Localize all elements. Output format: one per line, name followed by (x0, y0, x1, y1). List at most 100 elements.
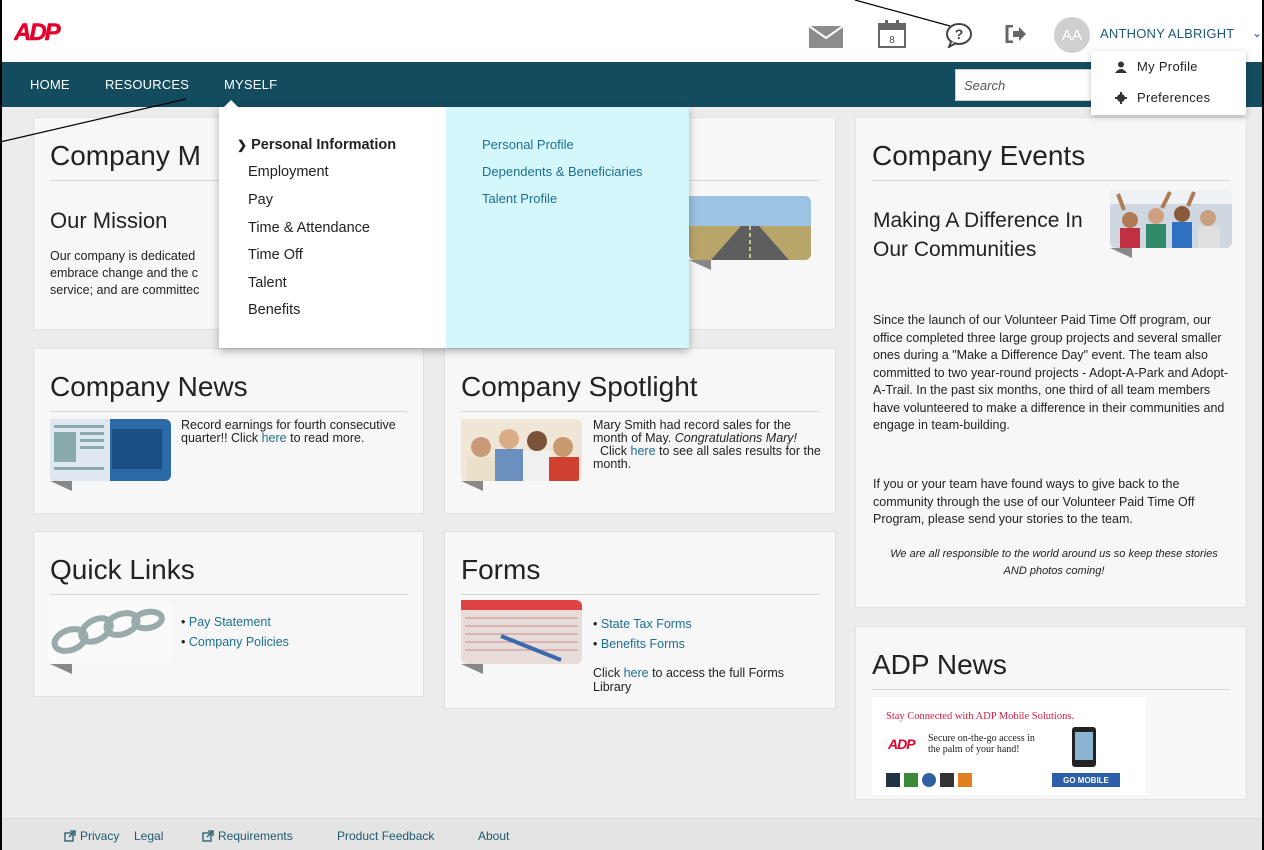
spotlight-image (461, 419, 582, 481)
menu-time-off[interactable]: Time Off (248, 247, 303, 263)
gear-icon (1115, 91, 1127, 104)
menu-employment[interactable]: Employment (248, 164, 329, 180)
footer-about[interactable]: About (478, 829, 509, 843)
quick-links-list: Pay Statement Company Policies (181, 612, 289, 652)
phone-icon (1072, 727, 1096, 767)
thumb-tail (461, 664, 483, 674)
footer-privacy[interactable]: Privacy (64, 829, 119, 843)
events-quote: We are all responsible to the world arou… (890, 548, 1218, 577)
footer-label: Requirements (218, 829, 293, 843)
divider (50, 411, 407, 412)
logout-icon[interactable] (1005, 25, 1027, 43)
mission-line: service; and are committec (50, 283, 200, 297)
forms-here-link[interactable]: here (624, 666, 649, 680)
spotlight-text-part: Click (593, 444, 631, 458)
banner-tagline: Secure on-the-go access in the palm of y… (928, 733, 1035, 755)
menu-pay[interactable]: Pay (248, 192, 273, 208)
spotlight-text: Mary Smith had record sales for the mont… (593, 419, 823, 471)
submenu-talent-profile[interactable]: Talent Profile (482, 191, 557, 206)
adp-logo-small: ADP (888, 736, 917, 751)
thumb-tail (689, 260, 711, 270)
svg-text:ADP: ADP (888, 736, 916, 751)
submenu-personal-profile[interactable]: Personal Profile (482, 137, 574, 152)
adp-logo[interactable]: ADP (14, 18, 72, 44)
thumb-tail (50, 664, 72, 674)
card-forms: Forms State Tax Forms Benefits Forms Cli… (444, 531, 836, 709)
mission-line: embrace change and the c (50, 266, 199, 280)
nav-active-caret (223, 100, 239, 108)
menu-item-label: Preferences (1137, 90, 1211, 105)
news-image (50, 419, 171, 481)
events-paragraph-1: Since the launch of our Volunteer Paid T… (873, 313, 1229, 432)
external-link-icon (64, 830, 76, 842)
chevron-down-icon[interactable]: ⌄ (1252, 26, 1262, 40)
menu-benefits[interactable]: Benefits (248, 302, 300, 318)
submenu-dependents-beneficiaries[interactable]: Dependents & Beneficiaries (482, 164, 642, 179)
menu-personal-information[interactable]: ❯ Personal Information (237, 137, 396, 153)
card-company-news: Company News Record earnings for fourth … (33, 348, 424, 514)
spotlight-congrats: Congratulations Mary! (674, 431, 798, 445)
link-pay-statement[interactable]: Pay Statement (181, 612, 289, 632)
forms-text-part: Click (593, 666, 624, 680)
road-image (689, 196, 811, 260)
mail-icon[interactable] (809, 26, 843, 48)
menu-talent[interactable]: Talent (248, 275, 287, 291)
chevron-right-icon: ❯ (237, 138, 248, 152)
avatar[interactable]: AA (1054, 17, 1090, 53)
menu-label: Personal Information (251, 137, 397, 153)
help-icon[interactable]: ? (945, 22, 973, 48)
divider (872, 689, 1230, 690)
search-input[interactable] (955, 69, 1095, 101)
nav-resources[interactable]: RESOURCES (105, 77, 189, 92)
forms-list: State Tax Forms Benefits Forms (593, 614, 692, 654)
card-title: ADP News (872, 649, 1007, 680)
spotlight-here-link[interactable]: here (631, 444, 656, 458)
divider (461, 411, 819, 412)
menu-item-label: My Profile (1137, 59, 1198, 74)
divider (461, 594, 819, 595)
forms-image (461, 600, 582, 664)
events-heading: Making A Difference In Our Communities (873, 209, 1083, 261)
card-title: Company News (50, 371, 248, 402)
footer-legal[interactable]: Legal (134, 829, 163, 843)
mission-line: Our company is dedicated (50, 249, 196, 263)
card-title: Company Spotlight (461, 371, 698, 402)
adp-mobile-banner[interactable]: Stay Connected with ADP Mobile Solutions… (872, 697, 1146, 795)
card-company-spotlight: Company Spotlight Mary Smith had record … (444, 348, 836, 514)
user-dropdown-menu: My Profile Preferences (1091, 51, 1246, 115)
calendar-icon[interactable]: 8 (878, 20, 906, 48)
external-link-icon (202, 830, 214, 842)
link-company-policies[interactable]: Company Policies (181, 632, 289, 652)
go-mobile-button[interactable]: GO MOBILE (1052, 773, 1120, 787)
events-paragraph-2: If you or your team have found ways to g… (873, 477, 1195, 526)
news-here-link[interactable]: here (262, 431, 287, 445)
news-text-part: to read more. (286, 431, 365, 445)
menu-item-preferences[interactable]: Preferences (1115, 90, 1210, 105)
svg-text:ADP: ADP (14, 19, 62, 44)
divider (50, 594, 407, 595)
mission-heading: Our Mission (50, 208, 168, 233)
banner-headline: Stay Connected with ADP Mobile Solutions… (886, 711, 1075, 722)
nav-myself[interactable]: MYSELF (224, 77, 277, 92)
menu-item-my-profile[interactable]: My Profile (1115, 59, 1198, 74)
card-adp-news: ADP News Stay Connected with ADP Mobile … (855, 626, 1247, 800)
menu-time-attendance[interactable]: Time & Attendance (248, 220, 370, 236)
top-header: ADP 8 ? AA ANTHONY ALBRIGHT ⌄ (0, 0, 1264, 62)
card-title: Quick Links (50, 554, 195, 585)
thumb-tail (461, 481, 483, 491)
link-benefits-forms[interactable]: Benefits Forms (593, 634, 692, 654)
link-state-tax-forms[interactable]: State Tax Forms (593, 614, 692, 634)
mission-text: Our company is dedicated embrace change … (50, 248, 230, 299)
nav-home[interactable]: HOME (30, 77, 70, 92)
app-icon (904, 773, 918, 787)
footer: Privacy Legal Requirements Product Feedb… (0, 818, 1264, 850)
app-icon (922, 773, 936, 787)
footer-requirements[interactable]: Requirements (202, 829, 293, 843)
card-title: Company M (50, 140, 201, 171)
footer-product-feedback[interactable]: Product Feedback (337, 829, 434, 843)
svg-text:?: ? (955, 26, 964, 42)
chain-image (48, 602, 172, 664)
rss-icon (958, 773, 972, 787)
person-icon (1115, 61, 1127, 73)
user-name-link[interactable]: ANTHONY ALBRIGHT (1100, 26, 1234, 41)
